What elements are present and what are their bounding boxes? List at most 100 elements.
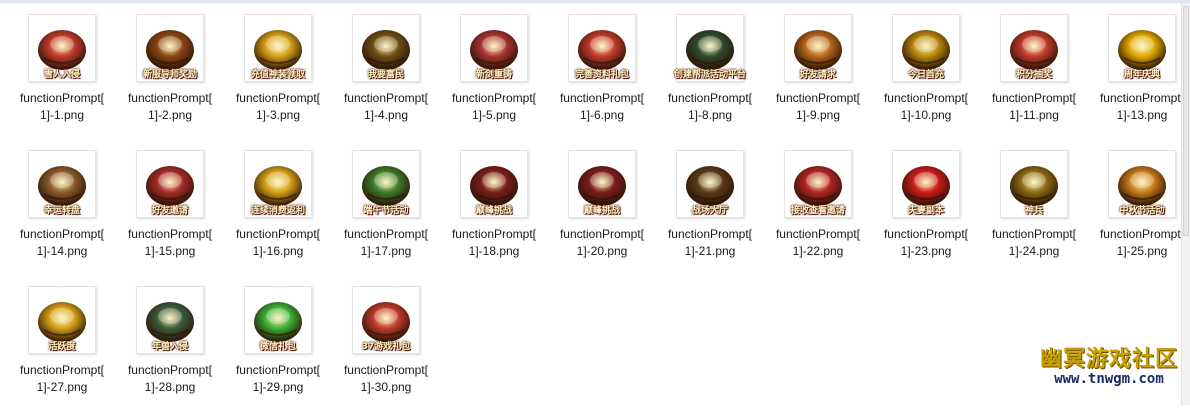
file-thumbnail[interactable]: 好友请求 xyxy=(780,12,856,84)
file-name-label: functionPrompt[1]-28.png xyxy=(116,362,224,396)
file-item[interactable]: 积分抽奖 functionPrompt[1]-11.png xyxy=(980,10,1088,146)
file-item[interactable]: 连续消费返利 functionPrompt[1]-16.png xyxy=(224,146,332,282)
file-name-label: functionPrompt[ 1]-4.png xyxy=(332,90,440,124)
file-item[interactable]: 好友请求 functionPrompt[ 1]-9.png xyxy=(764,10,872,146)
file-thumbnail[interactable]: 新服导师奖励 xyxy=(132,12,208,84)
file-name-label: functionPrompt[1]-2.png xyxy=(116,90,224,124)
file-name-label: functionPrompt[1]-20.png xyxy=(548,226,656,260)
file-thumbnail[interactable]: 连续消费返利 xyxy=(240,148,316,220)
file-thumbnail[interactable]: 幸运转盘 xyxy=(24,148,100,220)
file-item[interactable]: 接收查看邀请 functionPrompt[1]-22.png xyxy=(764,146,872,282)
file-name-line-2: 1]-9.png xyxy=(795,108,841,122)
file-item[interactable]: 创建帮派活动平台 functionPrompt[ 1]-8.png xyxy=(656,10,764,146)
file-thumbnail[interactable]: 接收查看邀请 xyxy=(780,148,856,220)
file-item[interactable]: 周年庆典 functionPrompt[1]-13.png xyxy=(1088,10,1190,146)
file-item[interactable]: 完善资料礼包 functionPrompt[1]-6.png xyxy=(548,10,656,146)
file-thumbnail[interactable]: 中秋节活动 xyxy=(1104,148,1180,220)
file-thumbnail[interactable]: 活跃度 xyxy=(24,284,100,356)
file-name-line-1: functionPrompt[ xyxy=(775,91,861,105)
file-item[interactable]: 年兽入侵 functionPrompt[1]-28.png xyxy=(116,282,224,418)
file-item[interactable]: 微信礼包 functionPrompt[1]-29.png xyxy=(224,282,332,418)
icon-caption: 好友请求 xyxy=(799,70,837,80)
file-thumbnail[interactable]: 新剑重铸 xyxy=(456,12,532,84)
icon-caption: 37游戏礼包 xyxy=(361,342,411,352)
file-thumbnail[interactable]: 微信礼包 xyxy=(240,284,316,356)
file-item[interactable]: 中秋节活动 functionPrompt[1]-25.png xyxy=(1088,146,1190,282)
file-thumbnail[interactable]: 我要富民 xyxy=(348,12,424,84)
icon-caption: 新服导师奖励 xyxy=(142,70,198,80)
file-name-line-2: 1]-30.png xyxy=(360,380,412,394)
file-name-line-2: 1]-4.png xyxy=(363,108,409,122)
file-item[interactable]: 今日首充 functionPrompt[1]-10.png xyxy=(872,10,980,146)
file-name-line-1: functionPrompt[ xyxy=(667,91,753,105)
watermark-url: www.tnwgm.com xyxy=(1054,371,1164,387)
file-thumbnail[interactable]: 战场大厅 xyxy=(672,148,748,220)
file-name-label: functionPrompt[1]-23.png xyxy=(872,226,980,260)
file-name-label: functionPrompt[1]-21.png xyxy=(656,226,764,260)
file-name-label: functionPrompt[ 1]-30.png xyxy=(332,362,440,396)
file-item[interactable]: 端午节活动 functionPrompt[1]-17.png xyxy=(332,146,440,282)
file-thumbnail[interactable]: 今日首充 xyxy=(888,12,964,84)
file-thumbnail[interactable]: 巅峰挑战 xyxy=(456,148,532,220)
file-item[interactable]: 37游戏礼包 functionPrompt[ 1]-30.png xyxy=(332,282,440,418)
file-name-line-1: functionPrompt[ xyxy=(127,227,213,241)
file-name-label: functionPrompt[1]-14.png xyxy=(8,226,116,260)
file-thumbnail[interactable]: 完善资料礼包 xyxy=(564,12,640,84)
file-thumbnail[interactable]: 充值神装领取 xyxy=(240,12,316,84)
file-name-line-1: functionPrompt[ xyxy=(343,363,429,377)
file-item[interactable]: 巅峰挑战 functionPrompt[1]-20.png xyxy=(548,146,656,282)
file-item[interactable]: 新服导师奖励 functionPrompt[1]-2.png xyxy=(116,10,224,146)
icon-caption: 连续消费返利 xyxy=(250,206,306,216)
scrollbar-thumb[interactable] xyxy=(1183,6,1189,236)
file-name-line-1: functionPrompt[ xyxy=(235,227,321,241)
file-name-line-2: 1]-10.png xyxy=(900,108,952,122)
file-item[interactable]: 战场大厅 functionPrompt[1]-21.png xyxy=(656,146,764,282)
file-item[interactable]: 活跃度 functionPrompt[1]-27.png xyxy=(8,282,116,418)
icon-caption: 神兵 xyxy=(1024,206,1044,216)
file-item[interactable]: 幸运转盘 functionPrompt[1]-14.png xyxy=(8,146,116,282)
file-item[interactable]: 充值神装领取 functionPrompt[1]-3.png xyxy=(224,10,332,146)
file-name-line-2: 1]-24.png xyxy=(1008,244,1060,258)
file-name-line-2: 1]-6.png xyxy=(579,108,625,122)
icon-caption: 中秋节活动 xyxy=(1119,206,1165,216)
file-name-label: functionPrompt[1]-16.png xyxy=(224,226,332,260)
file-thumbnail[interactable]: 积分抽奖 xyxy=(996,12,1072,84)
icon-caption: 幸运转盘 xyxy=(43,206,81,216)
file-item[interactable]: 雪人入侵 functionPrompt[ 1]-1.png xyxy=(8,10,116,146)
file-thumbnail[interactable]: 巅峰挑战 xyxy=(564,148,640,220)
file-name-label: functionPrompt[1]-27.png xyxy=(8,362,116,396)
icon-caption: 创建帮派活动平台 xyxy=(673,70,747,80)
file-thumbnail[interactable]: 端午节活动 xyxy=(348,148,424,220)
file-name-line-2: 1]-14.png xyxy=(36,244,88,258)
file-name-line-1: functionPrompt[ xyxy=(667,227,753,241)
file-name-line-2: 1]-1.png xyxy=(39,108,85,122)
file-item[interactable]: 神兵 functionPrompt[1]-24.png xyxy=(980,146,1088,282)
file-name-line-1: functionPrompt[ xyxy=(19,91,105,105)
file-name-label: functionPrompt[1]-11.png xyxy=(980,90,1088,124)
file-name-line-2: 1]-8.png xyxy=(687,108,733,122)
file-name-line-2: 1]-23.png xyxy=(900,244,952,258)
file-name-line-1: functionPrompt[ xyxy=(991,91,1077,105)
vertical-scrollbar[interactable] xyxy=(1181,3,1190,405)
file-thumbnail[interactable]: 年兽入侵 xyxy=(132,284,208,356)
file-item[interactable]: 好友邀请 functionPrompt[ 1]-15.png xyxy=(116,146,224,282)
file-thumbnail[interactable]: 周年庆典 xyxy=(1104,12,1180,84)
file-name-line-2: 1]-15.png xyxy=(144,244,196,258)
file-item[interactable]: 夫妻副本 functionPrompt[1]-23.png xyxy=(872,146,980,282)
file-thumbnail[interactable]: 夫妻副本 xyxy=(888,148,964,220)
file-thumbnail[interactable]: 好友邀请 xyxy=(132,148,208,220)
file-thumbnail[interactable]: 创建帮派活动平台 xyxy=(672,12,748,84)
file-item[interactable]: 我要富民 functionPrompt[ 1]-4.png xyxy=(332,10,440,146)
file-name-line-2: 1]-20.png xyxy=(576,244,628,258)
icon-caption: 积分抽奖 xyxy=(1015,70,1053,80)
file-name-label: functionPrompt[1]-18.png xyxy=(440,226,548,260)
icon-caption: 我要富民 xyxy=(367,70,405,80)
file-thumbnail[interactable]: 雪人入侵 xyxy=(24,12,100,84)
file-thumbnail[interactable]: 神兵 xyxy=(996,148,1072,220)
file-item[interactable]: 巅峰挑战 functionPrompt[1]-18.png xyxy=(440,146,548,282)
file-name-line-1: functionPrompt[ xyxy=(343,91,429,105)
file-thumbnail[interactable]: 37游戏礼包 xyxy=(348,284,424,356)
file-item[interactable]: 新剑重铸 functionPrompt[1]-5.png xyxy=(440,10,548,146)
file-name-line-2: 1]-25.png xyxy=(1116,244,1168,258)
file-name-line-1: functionPrompt[ xyxy=(343,227,429,241)
